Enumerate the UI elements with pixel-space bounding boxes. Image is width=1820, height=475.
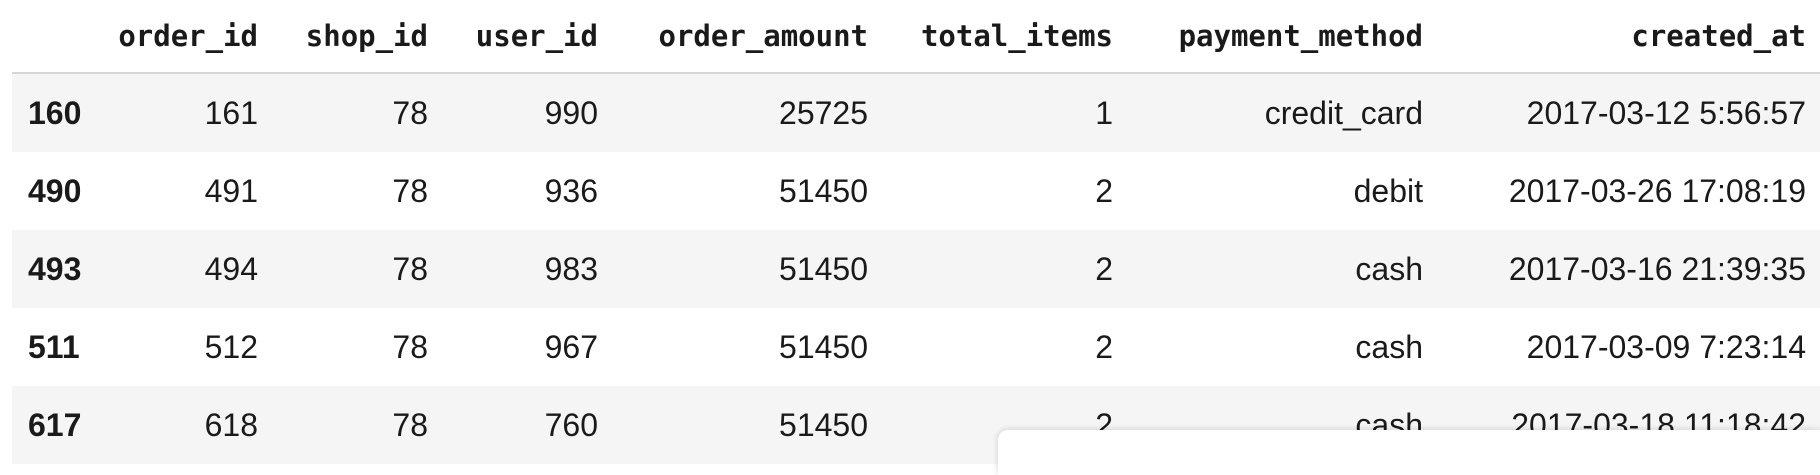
table-cell: 990 bbox=[544, 94, 598, 131]
table-row: 511 512 78 967 51450 2 cash 2017-03-09 7… bbox=[12, 308, 1820, 386]
table-cell: 78 bbox=[392, 250, 428, 287]
table-cell: 51450 bbox=[779, 250, 868, 287]
table-cell: 2017-03-16 21:39:35 bbox=[1508, 250, 1806, 287]
table-cell: 967 bbox=[544, 328, 598, 365]
row-index: 160 bbox=[28, 94, 82, 131]
header-row: order_id shop_id user_id order_amount to… bbox=[12, 0, 1820, 74]
column-header: user_id bbox=[442, 0, 612, 74]
table-cell: 51450 bbox=[779, 328, 868, 365]
table-row: 493 494 78 983 51450 2 cash 2017-03-16 2… bbox=[12, 230, 1820, 308]
table-cell: 2 bbox=[1095, 328, 1113, 365]
table-cell: 78 bbox=[392, 328, 428, 365]
column-header: created_at bbox=[1437, 0, 1820, 74]
table-cell: 2 bbox=[1095, 250, 1113, 287]
column-header: payment_method bbox=[1127, 0, 1437, 74]
table-cell: 2017-03-09 7:23:14 bbox=[1526, 328, 1806, 365]
table-cell: 936 bbox=[544, 172, 598, 209]
table-cell: 2017-03-26 17:08:19 bbox=[1508, 172, 1806, 209]
table-cell: 51450 bbox=[779, 406, 868, 443]
table-cell: 161 bbox=[204, 94, 258, 131]
table-cell: 25725 bbox=[779, 94, 868, 131]
table-cell: 491 bbox=[204, 172, 258, 209]
table-cell: 512 bbox=[204, 328, 258, 365]
column-header: total_items bbox=[882, 0, 1127, 74]
table-cell: 618 bbox=[204, 406, 258, 443]
table-cell: 983 bbox=[544, 250, 598, 287]
dataframe-table: order_id shop_id user_id order_amount to… bbox=[12, 0, 1820, 464]
floating-panel-edge bbox=[998, 430, 1820, 475]
table-cell: cash bbox=[1355, 250, 1423, 287]
row-index: 617 bbox=[28, 406, 82, 443]
table-cell: 2 bbox=[1095, 172, 1113, 209]
row-index: 490 bbox=[28, 172, 82, 209]
table-row: 490 491 78 936 51450 2 debit 2017-03-26 … bbox=[12, 152, 1820, 230]
column-header: order_id bbox=[112, 0, 272, 74]
table-cell: 760 bbox=[544, 406, 598, 443]
index-header bbox=[12, 0, 112, 74]
table-cell: cash bbox=[1355, 328, 1423, 365]
table-cell: debit bbox=[1353, 172, 1423, 209]
dataframe-output: order_id shop_id user_id order_amount to… bbox=[12, 0, 1820, 464]
row-index: 493 bbox=[28, 250, 82, 287]
table-row: 160 161 78 990 25725 1 credit_card 2017-… bbox=[12, 73, 1820, 152]
table-cell: 78 bbox=[392, 94, 428, 131]
table-cell: 78 bbox=[392, 172, 428, 209]
table-cell: 51450 bbox=[779, 172, 868, 209]
table-cell: credit_card bbox=[1264, 94, 1423, 131]
column-header: shop_id bbox=[272, 0, 442, 74]
table-cell: 494 bbox=[204, 250, 258, 287]
table-cell: 78 bbox=[392, 406, 428, 443]
table-cell: 2017-03-12 5:56:57 bbox=[1526, 94, 1806, 131]
column-header: order_amount bbox=[612, 0, 882, 74]
row-index: 511 bbox=[28, 328, 80, 365]
table-cell: 1 bbox=[1095, 94, 1113, 131]
